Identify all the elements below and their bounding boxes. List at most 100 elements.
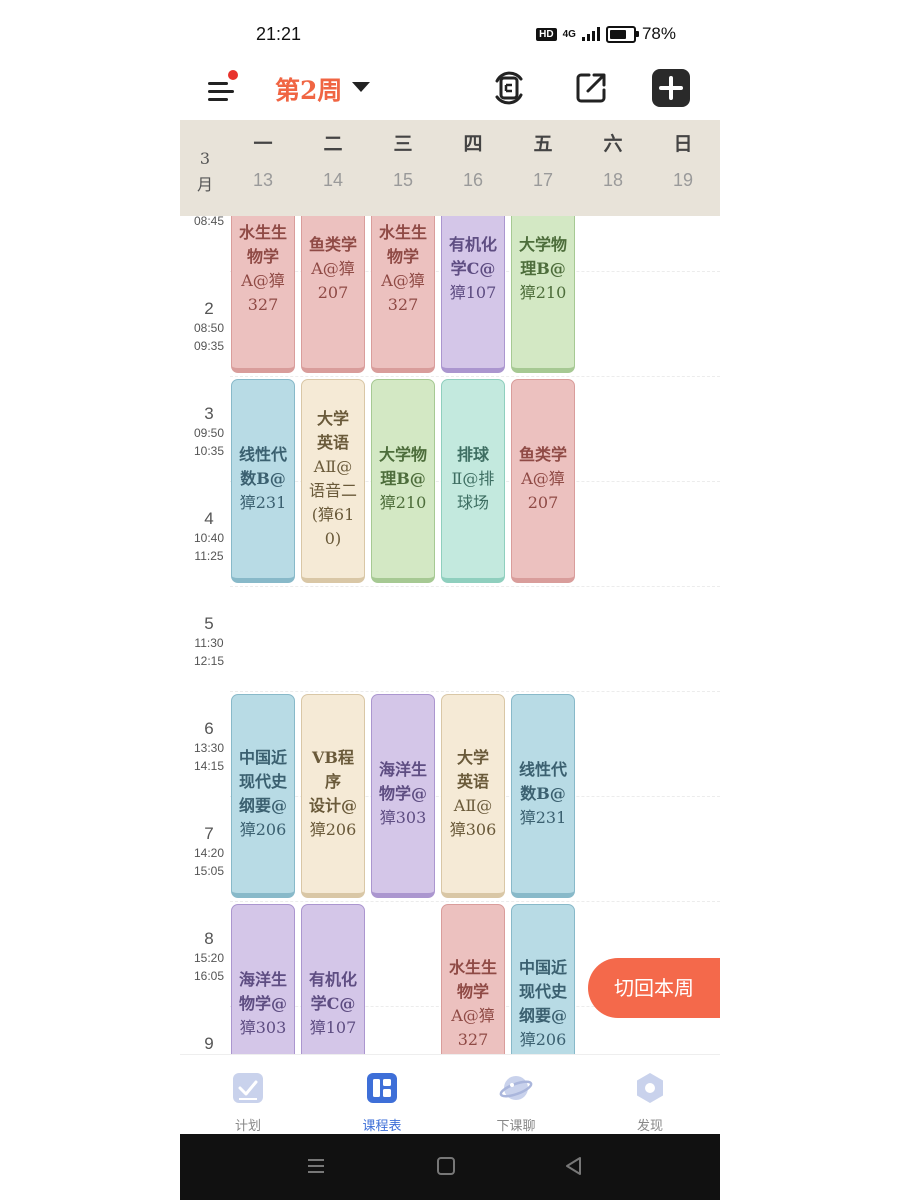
nav-item-2[interactable]: 下课聊 — [466, 1071, 566, 1134]
weekday-date: 15 — [392, 170, 414, 190]
course-name-line: 数B@ — [520, 784, 566, 803]
day-column-header: 日 19 — [648, 130, 718, 191]
course-card[interactable]: 海洋生 物学@ 獐303 — [231, 904, 295, 1054]
back-icon[interactable] — [564, 1156, 584, 1176]
course-card[interactable]: 水生生 物学 A@獐 327 — [371, 216, 435, 373]
course-name-line: 水生生 — [378, 223, 427, 242]
course-name-line: 海洋生 — [238, 970, 287, 989]
nav-label: 发现 — [636, 1119, 663, 1134]
checklist-icon — [198, 1071, 298, 1109]
hd-icon: HD — [536, 27, 557, 41]
battery-percent: 78% — [641, 24, 676, 43]
course-card[interactable]: 大学物 理B@ 獐210 — [511, 216, 575, 373]
period-start-time: 13:30 — [193, 741, 225, 755]
status-bar: 21:21 HD 4G 78% — [180, 0, 720, 64]
course-card[interactable]: 水生生 物学 A@獐 327 — [441, 904, 505, 1054]
course-text: 中国近 现代史 纲要@ 獐206 — [516, 956, 570, 1052]
period-end-time: 08:45 — [193, 216, 225, 228]
course-room-line: 獐206 — [239, 820, 287, 839]
nav-label: 下课聊 — [496, 1119, 536, 1134]
course-text: 水生生 物学 A@獐 327 — [376, 221, 430, 317]
course-card[interactable]: 大学物 理B@ 獐210 — [371, 379, 435, 583]
course-name-line: 英语 — [456, 772, 489, 791]
nav-label: 课程表 — [362, 1119, 402, 1134]
home-icon[interactable] — [436, 1156, 456, 1176]
course-room-line: 獐107 — [449, 283, 497, 302]
weekday-name: 六 — [603, 133, 623, 155]
course-room-line: A@獐 — [311, 259, 355, 278]
weekday-name: 日 — [673, 133, 693, 155]
course-card[interactable]: 水生生 物学 A@獐 327 — [231, 216, 295, 373]
course-text: 有机化 学C@ 獐107 — [306, 968, 360, 1040]
weekday-date: 17 — [532, 170, 554, 190]
period-end-time: 10:35 — [193, 444, 225, 458]
course-name-line: 大学 — [456, 748, 489, 767]
add-course-button[interactable] — [652, 69, 690, 107]
planet-chat-icon — [466, 1071, 566, 1109]
course-text: 海洋生 物学@ 獐303 — [376, 758, 430, 830]
course-room-line: 球场 — [456, 493, 489, 512]
week-selector[interactable]: 第2周 — [275, 71, 342, 107]
nav-item-1[interactable]: 课程表 — [332, 1071, 432, 1134]
period-end-time: 16:05 — [193, 969, 225, 983]
period-number: 6 — [204, 719, 214, 738]
chevron-down-icon[interactable] — [352, 82, 370, 92]
course-text: 水生生 物学 A@獐 327 — [236, 221, 290, 317]
system-nav-bar — [180, 1134, 720, 1200]
period-label: 5 11:30 12:15 — [190, 614, 228, 670]
grid-line — [230, 586, 720, 587]
period-label: 08:0008:45 — [190, 216, 228, 230]
course-room-line: 207 — [527, 493, 559, 512]
course-card[interactable]: 排球 Ⅱ@排 球场 — [441, 379, 505, 583]
period-label: 4 10:40 11:25 — [190, 509, 228, 565]
course-text: 大学物 理B@ 獐210 — [376, 443, 430, 515]
course-room-line: AⅡ@ — [313, 457, 353, 476]
course-room-line: 獐210 — [379, 493, 427, 512]
grid-line — [230, 376, 720, 377]
course-text: 有机化 学C@ 獐107 — [446, 233, 500, 305]
course-text: 中国近 现代史 纲要@ 獐206 — [236, 746, 290, 842]
period-end-time: 14:15 — [193, 759, 225, 773]
course-room-line: A@獐 — [381, 271, 425, 290]
course-card[interactable]: 线性代 数B@ 獐231 — [231, 379, 295, 583]
course-card[interactable]: 鱼类学 A@獐 207 — [301, 216, 365, 373]
course-card[interactable]: 大学 英语 AⅡ@ 獐306 — [441, 694, 505, 898]
course-room-line: A@獐 — [521, 469, 565, 488]
period-number: 9 — [204, 1034, 214, 1053]
course-room-line: 獐306 — [449, 820, 497, 839]
weekday-name: 二 — [323, 133, 343, 155]
period-label: 8 15:20 16:05 — [190, 929, 228, 985]
course-text: 鱼类学 A@獐 207 — [306, 233, 360, 305]
share-export-icon[interactable] — [572, 69, 610, 107]
course-card[interactable]: VB程序 设计@ 獐206 — [301, 694, 365, 898]
course-card[interactable]: 有机化 学C@ 獐107 — [301, 904, 365, 1054]
course-text: 大学 英语 AⅡ@ 语音二 (獐610) — [302, 407, 364, 551]
course-card[interactable]: 中国近 现代史 纲要@ 獐206 — [231, 694, 295, 898]
course-name-line: 鱼类学 — [308, 235, 357, 254]
nav-item-0[interactable]: 计划 — [198, 1071, 298, 1134]
refresh-frame-icon[interactable] — [490, 69, 528, 107]
nav-item-3[interactable]: 发现 — [600, 1071, 700, 1134]
course-card[interactable]: 大学 英语 AⅡ@ 语音二 (獐610) — [301, 379, 365, 583]
course-name-line: 物学@ — [378, 784, 427, 803]
course-name-line: 现代史 — [518, 982, 567, 1001]
course-card[interactable]: 线性代 数B@ 獐231 — [511, 694, 575, 898]
course-card[interactable]: 中国近 现代史 纲要@ 獐206 — [511, 904, 575, 1054]
notification-dot — [228, 70, 238, 80]
course-card[interactable]: 鱼类学 A@獐 207 — [511, 379, 575, 583]
grid-line — [230, 901, 720, 902]
course-card[interactable]: 海洋生 物学@ 獐303 — [371, 694, 435, 898]
course-card[interactable]: 有机化 学C@ 獐107 — [441, 216, 505, 373]
course-room-line: 獐231 — [239, 493, 287, 512]
period-start-time: 09:50 — [193, 426, 225, 440]
back-to-current-week-button[interactable]: 切回本周 — [588, 958, 720, 1018]
recents-icon[interactable] — [306, 1156, 326, 1176]
weekday-name: 一 — [253, 133, 273, 155]
phone-screen: 21:21 HD 4G 78% 第2周 3 月 一 13 二 14 三 15 四… — [180, 0, 720, 1200]
week-header: 3 月 一 13 二 14 三 15 四 16 五 17 六 18 日 19 — [180, 120, 720, 216]
course-room-line: 獐107 — [309, 1018, 357, 1037]
period-end-time: 11:25 — [194, 549, 224, 563]
course-name-line: 大学物 — [518, 235, 567, 254]
period-label: 7 14:20 15:05 — [190, 824, 228, 880]
weekday-date: 16 — [462, 170, 484, 190]
